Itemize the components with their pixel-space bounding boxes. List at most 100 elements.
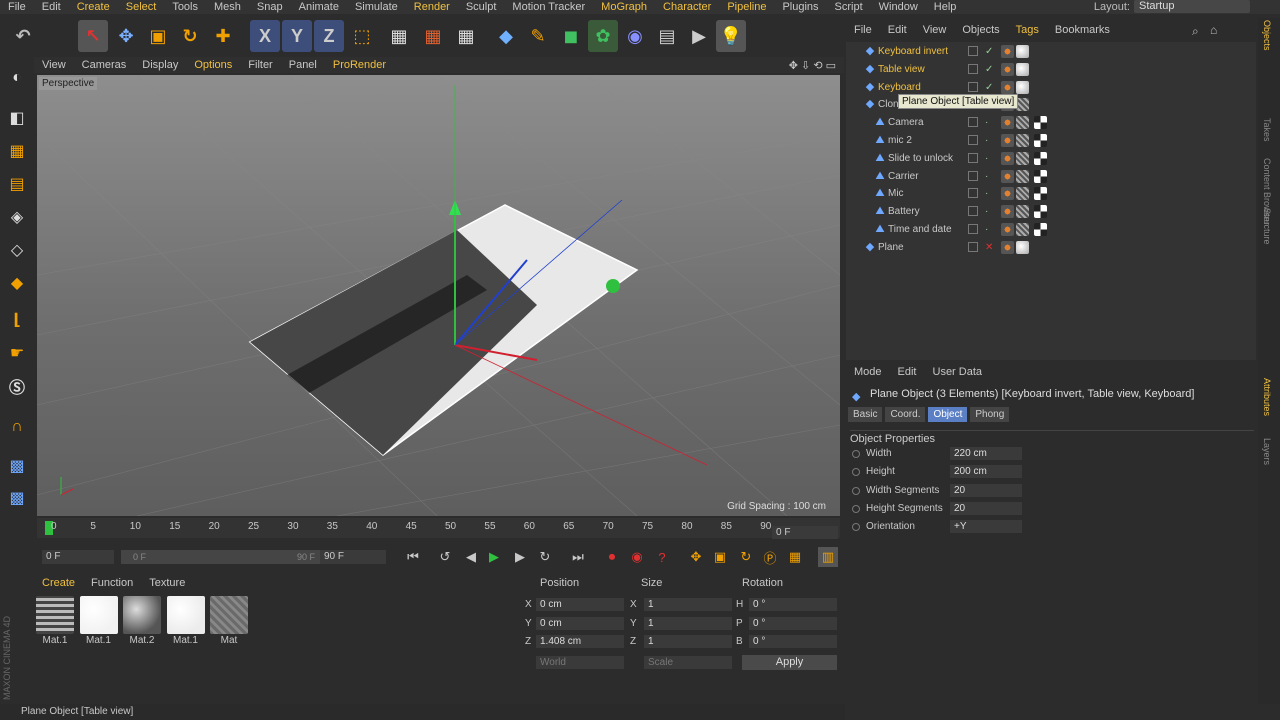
texture-tag-icon[interactable] bbox=[1016, 45, 1029, 58]
rotation-b-field[interactable]: 0 ° bbox=[749, 635, 837, 648]
y-axis-icon[interactable]: Y bbox=[282, 20, 312, 52]
key-param-icon[interactable]: Ⓟ bbox=[760, 547, 780, 567]
object-row[interactable]: ⛰ Time and date · bbox=[846, 221, 1256, 238]
viewport-menu-options[interactable]: Options bbox=[186, 59, 240, 71]
menu-file[interactable]: File bbox=[0, 0, 34, 14]
texture-tag-icon[interactable] bbox=[1016, 187, 1029, 201]
phong-tag-icon[interactable] bbox=[1001, 151, 1014, 165]
object-row[interactable]: ◆ Plane ✕ bbox=[846, 239, 1256, 256]
menu-mesh[interactable]: Mesh bbox=[206, 0, 249, 14]
key-position-icon[interactable]: ✥ bbox=[686, 547, 706, 567]
record-icon[interactable]: ⏺ bbox=[602, 547, 622, 567]
menu-render[interactable]: Render bbox=[406, 0, 458, 14]
size-x-field[interactable]: 1 bbox=[644, 598, 732, 611]
side-tab-takes[interactable]: Takes bbox=[1262, 118, 1272, 142]
enabled-dot-icon[interactable]: ✕ bbox=[985, 239, 993, 256]
phong-tag-icon[interactable] bbox=[1001, 134, 1014, 147]
light-icon[interactable]: 💡 bbox=[716, 20, 746, 52]
visibility-toggle[interactable] bbox=[968, 117, 978, 128]
material-tag-icon[interactable] bbox=[1034, 205, 1047, 219]
phong-tag-icon[interactable] bbox=[1001, 205, 1014, 219]
visibility-toggle[interactable] bbox=[968, 170, 978, 181]
visibility-toggle[interactable] bbox=[968, 188, 978, 199]
material-preview[interactable] bbox=[210, 596, 248, 634]
add-tool-icon[interactable]: ✚ bbox=[208, 20, 238, 52]
size-y-field[interactable]: 1 bbox=[644, 616, 732, 630]
cloner-icon[interactable]: ✿ bbox=[588, 20, 618, 52]
texture-tag-icon[interactable] bbox=[1016, 151, 1029, 165]
menu-pipeline[interactable]: Pipeline bbox=[719, 0, 774, 14]
x-axis-icon[interactable]: X bbox=[250, 20, 280, 52]
material-menu-texture[interactable]: Texture bbox=[141, 577, 193, 589]
material-tag-icon[interactable] bbox=[1034, 151, 1047, 165]
texture-tag-icon[interactable] bbox=[1016, 134, 1029, 147]
animate-dot-icon[interactable] bbox=[852, 504, 860, 513]
visibility-toggle[interactable] bbox=[968, 81, 978, 92]
size-mode-select[interactable]: Scale bbox=[644, 656, 732, 669]
object-row[interactable]: ⛰ Mic · bbox=[846, 185, 1256, 202]
material-tag-icon[interactable] bbox=[1034, 187, 1047, 201]
animate-dot-icon[interactable] bbox=[852, 450, 860, 458]
om-menu-view[interactable]: View bbox=[915, 24, 955, 36]
texture-tag-icon[interactable] bbox=[1016, 116, 1029, 130]
viewport-menu-prorender[interactable]: ProRender bbox=[325, 59, 394, 71]
start-frame-field[interactable]: 0 F bbox=[42, 550, 114, 564]
viewport-menu-cameras[interactable]: Cameras bbox=[74, 59, 135, 71]
material-swatch[interactable]: Mat.1 bbox=[36, 596, 74, 646]
move-tool-icon[interactable]: ✥ bbox=[111, 20, 141, 52]
om-menu-file[interactable]: File bbox=[846, 24, 880, 36]
previous-key-icon[interactable]: ↺ bbox=[435, 547, 455, 567]
material-menu-function[interactable]: Function bbox=[83, 577, 141, 589]
attribute-value-field[interactable]: 200 cm bbox=[950, 465, 1022, 479]
timeline-window-icon[interactable]: ▥ bbox=[818, 547, 838, 567]
range-slider[interactable]: 0 F 90 F bbox=[121, 550, 321, 564]
pen-icon[interactable]: ✎ bbox=[523, 20, 553, 52]
menu-window[interactable]: Window bbox=[871, 0, 926, 14]
side-tab-structure[interactable]: Structure bbox=[1262, 208, 1272, 245]
search-icon[interactable]: ⌕ bbox=[1192, 24, 1199, 39]
menu-edit[interactable]: Edit bbox=[34, 0, 69, 14]
menu-animate[interactable]: Animate bbox=[291, 0, 347, 14]
phong-tag-icon[interactable] bbox=[1001, 80, 1014, 94]
next-key-icon[interactable]: ↻ bbox=[535, 547, 555, 567]
om-menu-tags[interactable]: Tags bbox=[1008, 24, 1047, 36]
side-tab-layers[interactable]: Layers bbox=[1262, 438, 1272, 465]
phong-tag-icon[interactable] bbox=[1001, 45, 1014, 58]
enabled-dot-icon[interactable]: · bbox=[985, 221, 988, 238]
texture-tag-icon[interactable] bbox=[1016, 223, 1029, 236]
tweak-icon[interactable]: ☛ bbox=[3, 339, 31, 367]
visibility-toggle[interactable] bbox=[968, 63, 978, 74]
deformer-icon[interactable]: ◉ bbox=[620, 20, 650, 52]
current-frame-field[interactable]: 0 F bbox=[772, 526, 838, 539]
render-picture-viewer-icon[interactable]: ▦ bbox=[418, 20, 448, 52]
visibility-toggle[interactable] bbox=[968, 206, 978, 217]
enabled-dot-icon[interactable]: · bbox=[985, 114, 988, 131]
object-row[interactable]: ⛰ mic 2 · bbox=[846, 132, 1256, 149]
object-row[interactable]: ◆ Keyboard invert ✓ bbox=[846, 43, 1256, 60]
model-mode-icon[interactable]: ◧ bbox=[3, 104, 31, 132]
texture-tag-icon[interactable] bbox=[1016, 62, 1029, 76]
visibility-toggle[interactable] bbox=[968, 152, 978, 163]
polygons-mode-icon[interactable]: ◆ bbox=[3, 269, 31, 297]
om-menu-objects[interactable]: Objects bbox=[954, 24, 1007, 36]
attribute-value-field[interactable]: 20 bbox=[950, 483, 1022, 497]
animate-dot-icon[interactable] bbox=[852, 468, 860, 477]
z-axis-icon[interactable]: Z bbox=[314, 20, 344, 52]
animate-dot-icon[interactable] bbox=[852, 523, 860, 532]
coordinate-system-icon[interactable]: ⬚ bbox=[347, 20, 377, 52]
home-icon[interactable]: ⌂ bbox=[1210, 23, 1217, 37]
snap-icon[interactable]: Ⓢ bbox=[3, 372, 31, 400]
menu-script[interactable]: Script bbox=[827, 0, 871, 14]
attr-menu-edit[interactable]: Edit bbox=[890, 366, 925, 378]
menu-character[interactable]: Character bbox=[655, 0, 719, 14]
workspace-icon[interactable]: ▩ bbox=[3, 484, 31, 512]
material-tag-icon[interactable] bbox=[1034, 169, 1047, 183]
grid-icon[interactable]: ▩ bbox=[3, 452, 31, 480]
object-row[interactable]: ⛰ Carrier · bbox=[846, 168, 1256, 185]
attribute-value-field[interactable]: 220 cm bbox=[950, 447, 1022, 460]
material-preview[interactable] bbox=[166, 596, 205, 634]
menu-select[interactable]: Select bbox=[118, 0, 165, 14]
menu-snap[interactable]: Snap bbox=[249, 0, 291, 14]
side-tab-attributes[interactable]: Attributes bbox=[1262, 378, 1272, 416]
layout-select[interactable]: Startup bbox=[1134, 0, 1250, 13]
